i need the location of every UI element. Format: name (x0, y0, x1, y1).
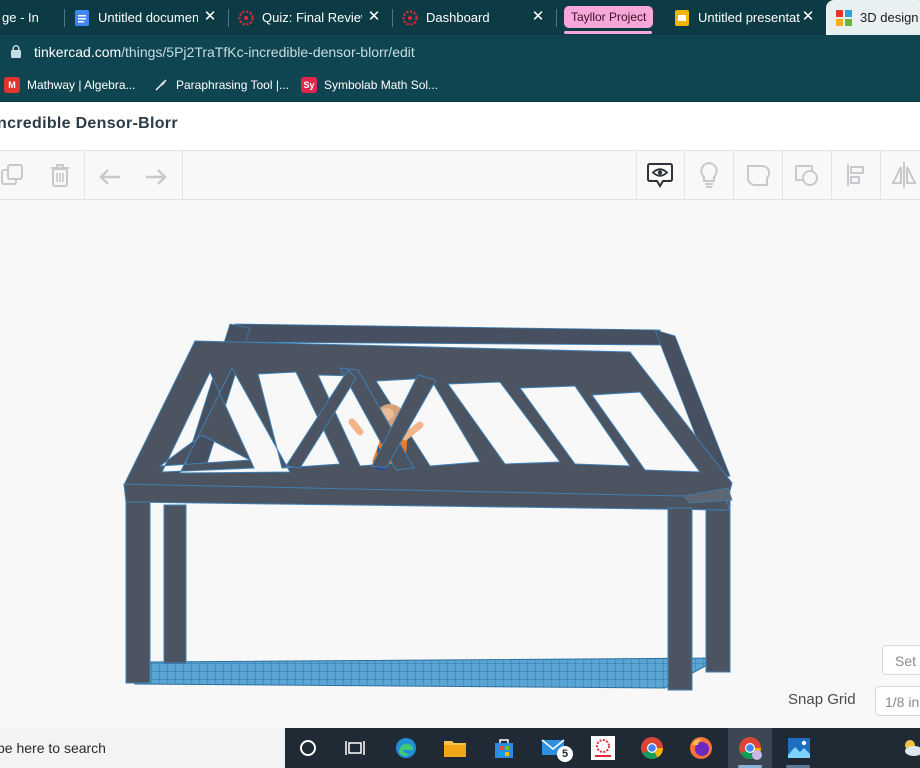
file-explorer-icon[interactable] (441, 734, 469, 762)
close-icon[interactable]: ✕ (800, 9, 816, 25)
close-icon[interactable]: ✕ (530, 9, 546, 25)
mail-badge: 5 (557, 746, 573, 762)
bookmark-label: Symbolab Math Sol... (324, 78, 438, 92)
edge-icon[interactable] (392, 734, 420, 762)
base-plate[interactable] (135, 658, 720, 688)
tab-group-label[interactable]: Tayllor Project (564, 6, 653, 28)
chrome-profile-icon[interactable] (736, 734, 764, 762)
windows-taskbar: pe here to search 5 (0, 728, 920, 768)
lightbulb-icon (697, 160, 721, 190)
browser-tab[interactable]: ge - In (0, 0, 62, 35)
lock-icon[interactable] (11, 45, 21, 58)
bridge-leg[interactable] (164, 505, 186, 663)
bookmark-paraphrasing[interactable]: Paraphrasing Tool |... (153, 76, 289, 94)
tab-title: 3D design In (860, 10, 920, 25)
cortana-icon[interactable] (294, 734, 322, 762)
bookmark-label: Paraphrasing Tool |... (176, 78, 289, 92)
bridge-leg[interactable] (668, 508, 692, 690)
ungroup-button[interactable] (783, 151, 831, 199)
snap-grid-label: Snap Grid (788, 691, 856, 708)
weather-icon[interactable] (898, 734, 920, 762)
note-eye-icon (646, 160, 674, 190)
edit-toolbar (0, 151, 920, 200)
workplane[interactable]: Set Snap Grid 1/8 in (0, 200, 920, 728)
trash-icon (47, 161, 73, 189)
firefox-icon[interactable] (687, 734, 715, 762)
delete-button[interactable] (36, 151, 84, 199)
browser-tab[interactable]: Quiz: Final Review ✕ (238, 0, 388, 35)
browser-tab-strip: ge - In Untitled document ✕ Quiz: Final … (0, 0, 920, 35)
canvas-app-icon[interactable] (589, 734, 617, 762)
bookmark-label: Mathway | Algebra... (27, 78, 136, 92)
bookmarks-bar: M Mathway | Algebra... Paraphrasing Tool… (0, 69, 920, 102)
bridge-leg[interactable] (706, 496, 730, 672)
taskbar-search-box[interactable]: pe here to search (0, 728, 285, 768)
mirror-button[interactable] (880, 151, 920, 199)
microsoft-store-icon[interactable] (490, 734, 518, 762)
slides-icon (674, 10, 690, 26)
settings-button[interactable]: Set (882, 645, 920, 675)
canvas-icon (402, 10, 418, 26)
front-truss[interactable] (124, 341, 732, 510)
design-header: ncredible Densor-Blorr (0, 102, 920, 151)
close-icon[interactable]: ✕ (202, 9, 218, 25)
address-bar[interactable]: tinkercad.com/things/5Pj2TraTfKc-incredi… (0, 35, 920, 69)
bridge-model[interactable] (0, 200, 920, 728)
hint-button[interactable] (685, 151, 733, 199)
group-icon (744, 161, 772, 189)
browser-tab[interactable]: Dashboard ✕ (402, 0, 552, 35)
mirror-icon (890, 160, 918, 190)
bookmark-symbolab[interactable]: Sy Symbolab Math Sol... (301, 76, 438, 94)
align-button[interactable] (832, 151, 880, 199)
browser-tab-active[interactable]: 3D design In (826, 0, 920, 35)
undo-button[interactable] (86, 151, 134, 199)
tab-title: Dashboard (426, 10, 526, 25)
browser-tab[interactable]: Untitled presentati ✕ (664, 0, 822, 35)
notes-button[interactable] (636, 151, 684, 199)
bookmark-mathway[interactable]: M Mathway | Algebra... (4, 76, 136, 94)
search-placeholder: pe here to search (0, 740, 106, 756)
snap-grid-select[interactable]: 1/8 in (875, 686, 920, 716)
symbolab-icon: Sy (301, 77, 317, 93)
redo-icon (143, 165, 169, 185)
chrome-icon[interactable] (638, 734, 666, 762)
mathway-icon: M (4, 77, 20, 93)
tab-group-underline (564, 31, 652, 34)
close-icon[interactable]: ✕ (366, 9, 382, 25)
canvas-icon (238, 10, 254, 26)
duplicate-icon (0, 161, 26, 189)
feather-icon (153, 77, 169, 93)
url-text[interactable]: tinkercad.com/things/5Pj2TraTfKc-incredi… (34, 44, 415, 60)
tab-title: Untitled presentati (698, 10, 800, 25)
browser-tab[interactable]: Untitled document ✕ (74, 0, 224, 35)
design-title[interactable]: ncredible Densor-Blorr (0, 115, 178, 133)
task-view-icon[interactable] (341, 734, 369, 762)
redo-button[interactable] (132, 151, 180, 199)
tab-title: Quiz: Final Review (262, 10, 362, 25)
tab-title: ge - In (2, 10, 39, 25)
url-path: /things/5Pj2TraTfKc-incredible-densor-bl… (121, 44, 415, 60)
docs-icon (74, 10, 90, 26)
photos-icon[interactable] (785, 734, 813, 762)
group-button[interactable] (734, 151, 782, 199)
align-icon (844, 161, 868, 189)
bridge-leg[interactable] (126, 502, 150, 683)
duplicate-button[interactable] (0, 151, 36, 199)
tab-title: Untitled document (98, 10, 198, 25)
undo-icon (97, 165, 123, 185)
url-host: tinkercad.com (34, 44, 121, 60)
ungroup-icon (793, 161, 821, 189)
tinkercad-icon (836, 10, 852, 26)
